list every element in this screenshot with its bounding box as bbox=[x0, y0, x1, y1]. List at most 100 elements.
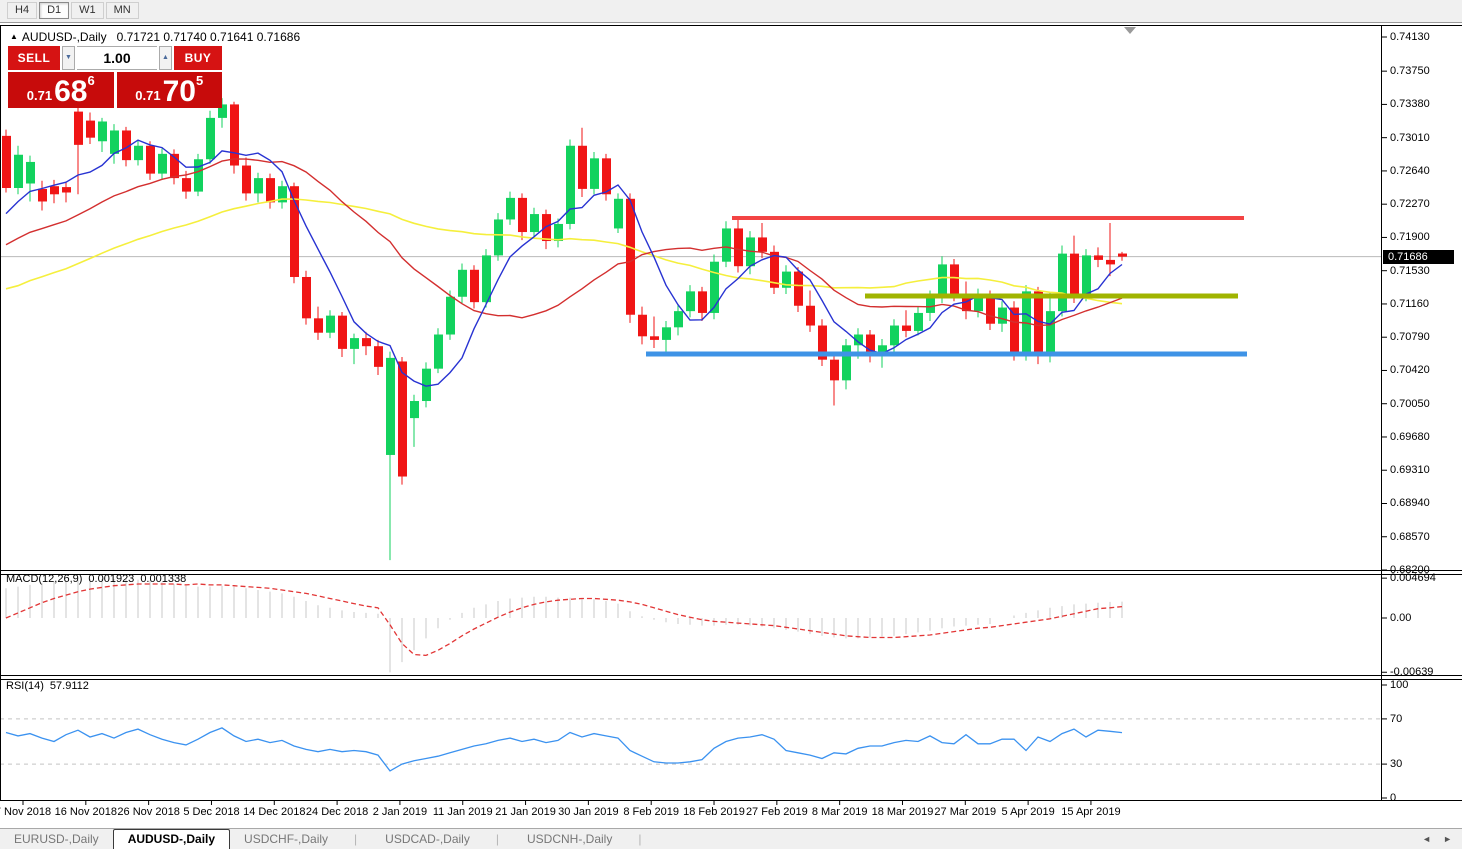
price-axis-label: 0.70050 bbox=[1390, 397, 1430, 410]
macd-axis-label: -0.00639 bbox=[1390, 666, 1434, 679]
buy-button[interactable]: BUY bbox=[174, 46, 222, 70]
date-axis-label: 18 Feb 2019 bbox=[683, 806, 745, 818]
tab-scroll-right-icon[interactable]: ► bbox=[1443, 834, 1452, 844]
date-axis-label: 11 Jan 2019 bbox=[432, 806, 493, 818]
macd-signal-line bbox=[5, 583, 1123, 657]
price-axis-label: 0.72270 bbox=[1390, 198, 1430, 211]
candle-body bbox=[758, 237, 767, 252]
candle-body bbox=[914, 312, 923, 331]
candle-body bbox=[614, 198, 623, 229]
candle-body bbox=[242, 165, 251, 194]
candle-body bbox=[662, 327, 671, 340]
buy-price-prefix: 0.71 bbox=[135, 88, 161, 103]
macd-indicator-label: MACD(12,26,9) 0.001923 0.001338 bbox=[6, 573, 192, 585]
candle-body bbox=[938, 264, 947, 297]
trading-terminal-window: H4 D1 W1 MN ▲ AUDUSD-,Daily 0.71721 0.71740 0… bbox=[0, 0, 1462, 849]
candle-body bbox=[794, 271, 803, 306]
candle-body bbox=[206, 117, 215, 160]
date-axis-label: 15 Apr 2019 bbox=[1061, 806, 1121, 818]
price-axis-label: 0.68570 bbox=[1390, 530, 1430, 543]
one-click-trade-panel: SELL ▼ 1.00 ▲ BUY 0.71 68 6 0.71 70 5 bbox=[8, 46, 222, 108]
candle-body bbox=[602, 158, 611, 195]
macd-panel bbox=[5, 578, 1123, 673]
candle-body bbox=[158, 153, 167, 174]
price-axis-label: 0.73380 bbox=[1390, 98, 1430, 111]
tab-separator: | bbox=[638, 832, 642, 846]
candle-body bbox=[1070, 253, 1079, 297]
price-axis-label: 0.70790 bbox=[1390, 331, 1430, 344]
candle-body bbox=[326, 315, 335, 333]
candle-body bbox=[362, 338, 371, 347]
candle-body bbox=[134, 145, 143, 161]
price-axis-label: 0.70420 bbox=[1390, 364, 1430, 377]
candle-body bbox=[230, 104, 239, 166]
rsi-indicator-label: RSI(14) 57.9112 bbox=[6, 680, 95, 692]
date-axis-label: 27 Mar 2019 bbox=[934, 806, 997, 818]
date-axis-label: 5 Apr 2019 bbox=[1001, 806, 1055, 818]
date-axis-label: 8 Feb 2019 bbox=[623, 806, 680, 818]
rsi-value: 57.9112 bbox=[49, 680, 89, 692]
chart-frame bbox=[0, 25, 1462, 805]
candle-body bbox=[626, 198, 635, 315]
rsi-axis-label: 100 bbox=[1390, 679, 1409, 691]
candle-body bbox=[110, 130, 119, 154]
tab-usdcad[interactable]: USDCAD-,Daily | bbox=[371, 829, 513, 849]
tab-usdchf[interactable]: USDCHF-,Daily | bbox=[230, 829, 371, 849]
candle-body bbox=[1082, 255, 1091, 297]
buy-quote[interactable]: 0.71 70 5 bbox=[116, 72, 222, 108]
candle-body bbox=[1118, 253, 1127, 257]
candle-body bbox=[506, 197, 515, 220]
macd-name: MACD(12,26,9) bbox=[6, 573, 83, 585]
candle-body bbox=[1034, 291, 1043, 357]
candle-body bbox=[314, 318, 323, 333]
candle-body bbox=[590, 158, 599, 189]
candle-body bbox=[542, 214, 551, 242]
tab-scroll-left-icon[interactable]: ◄ bbox=[1422, 834, 1431, 844]
date-axis-label: 5 Dec 2018 bbox=[183, 806, 240, 818]
tab-usdcnh[interactable]: USDCNH-,Daily | bbox=[513, 829, 655, 849]
candle-body bbox=[50, 186, 59, 195]
rsi-axis-label: 0 bbox=[1390, 792, 1397, 804]
collapse-panel-icon[interactable]: ▲ bbox=[10, 32, 18, 41]
candle-body bbox=[722, 228, 731, 262]
candle-body bbox=[26, 161, 35, 184]
candle-body bbox=[998, 307, 1007, 324]
price-axis-label: 0.68940 bbox=[1390, 497, 1430, 510]
macd-value-signal: 0.001338 bbox=[140, 573, 187, 585]
candle-body bbox=[890, 325, 899, 346]
tab-audusd[interactable]: AUDUSD-,Daily bbox=[112, 829, 231, 849]
price-axis-label: 0.71530 bbox=[1390, 264, 1430, 277]
date-axis-label: 7 Nov 2018 bbox=[0, 806, 52, 818]
candle-body bbox=[554, 223, 563, 242]
volume-decrease-button[interactable]: ▼ bbox=[62, 46, 75, 70]
current-bid-price-tag: 0.71686 bbox=[1383, 249, 1454, 264]
chart-canvas[interactable] bbox=[0, 0, 1462, 849]
candle-body bbox=[530, 214, 539, 233]
candle-body bbox=[374, 346, 383, 367]
price-axis-label: 0.71160 bbox=[1390, 297, 1429, 310]
sell-quote[interactable]: 0.71 68 6 bbox=[8, 72, 114, 108]
sell-price-big: 68 bbox=[54, 75, 88, 108]
date-axis-label: 24 Dec 2018 bbox=[305, 806, 369, 818]
sell-button[interactable]: SELL bbox=[8, 46, 60, 70]
candle-body bbox=[1106, 259, 1115, 265]
tab-separator: | bbox=[354, 832, 358, 846]
candle-body bbox=[806, 305, 815, 326]
candle-body bbox=[74, 111, 83, 145]
candle-body bbox=[62, 187, 71, 193]
candle-body bbox=[2, 135, 11, 189]
tab-eurusd[interactable]: EURUSD-,Daily bbox=[0, 829, 113, 849]
chart-header: ▲ AUDUSD-,Daily 0.71721 0.71740 0.71641 0.… bbox=[10, 30, 300, 44]
candle-body bbox=[470, 269, 479, 303]
rsi-axis-label: 30 bbox=[1390, 758, 1403, 771]
candle-body bbox=[902, 325, 911, 331]
date-axis-label: 18 Mar 2019 bbox=[871, 806, 934, 818]
ohlc-values: 0.71721 0.71740 0.71641 0.71686 bbox=[116, 30, 301, 44]
volume-increase-button[interactable]: ▲ bbox=[159, 46, 172, 70]
candle-body bbox=[482, 255, 491, 303]
chart-shift-marker-icon[interactable] bbox=[1124, 27, 1136, 34]
chart-symbol-title: AUDUSD-,Daily bbox=[21, 30, 107, 44]
volume-input[interactable]: 1.00 bbox=[77, 46, 157, 70]
rsi-name: RSI(14) bbox=[6, 680, 44, 692]
rsi-panel bbox=[0, 718, 1381, 772]
